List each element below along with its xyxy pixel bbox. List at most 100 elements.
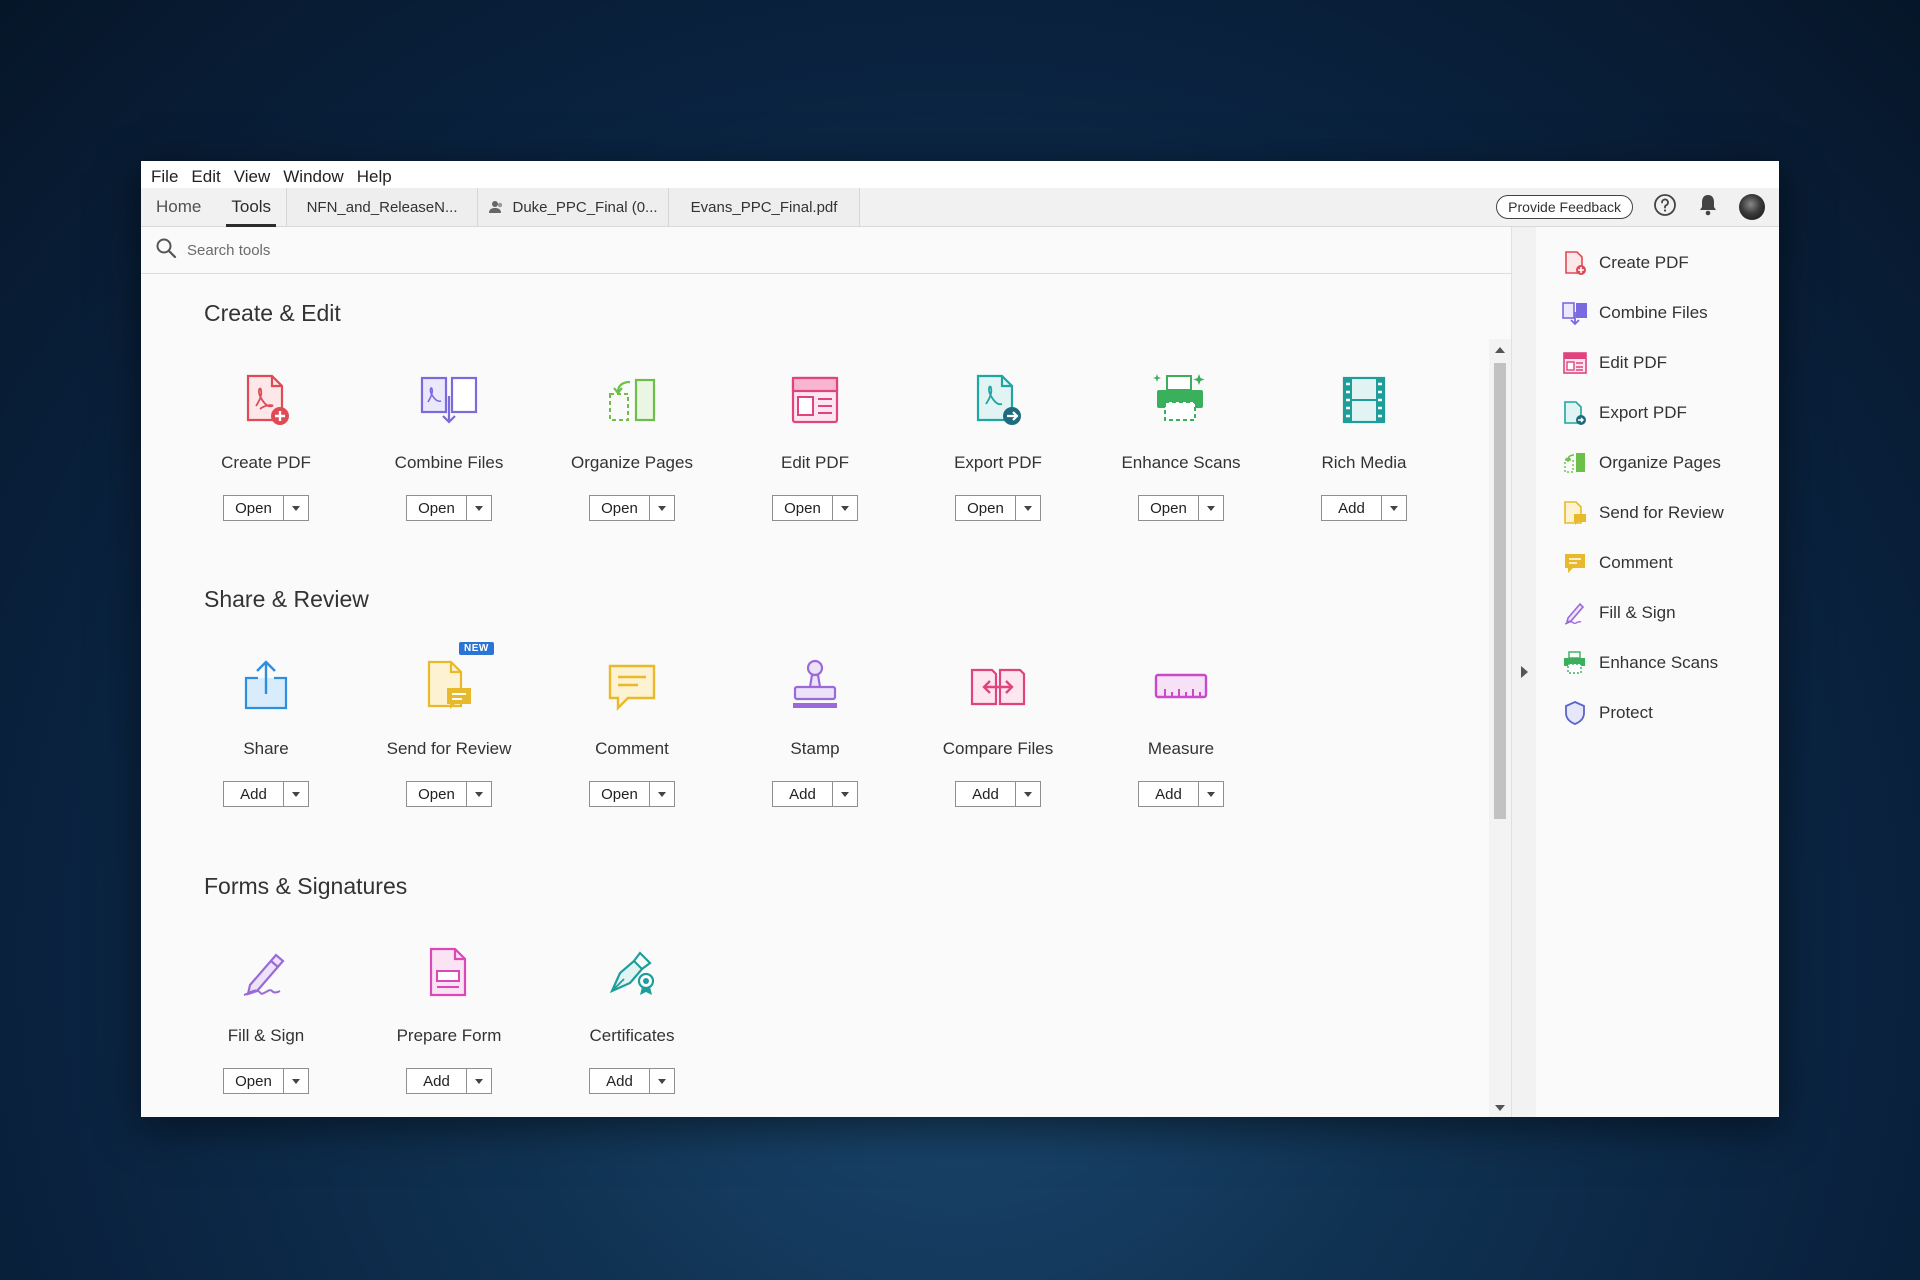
dropdown-chevron-icon[interactable] bbox=[1199, 496, 1223, 520]
open-button[interactable]: Open bbox=[956, 496, 1016, 520]
export-pdf-icon bbox=[1561, 399, 1589, 427]
dropdown-chevron-icon[interactable] bbox=[1016, 496, 1040, 520]
tool-action: Open bbox=[223, 1068, 309, 1094]
add-button[interactable]: Add bbox=[1322, 496, 1382, 520]
fill-sign-icon[interactable] bbox=[236, 943, 296, 1003]
dropdown-chevron-icon[interactable] bbox=[467, 496, 491, 520]
doc-tab-3[interactable]: Evans_PPC_Final.pdf bbox=[668, 188, 861, 226]
tab-home[interactable]: Home bbox=[141, 188, 216, 226]
dropdown-chevron-icon[interactable] bbox=[467, 1069, 491, 1093]
search-bar bbox=[141, 227, 1511, 274]
dropdown-chevron-icon[interactable] bbox=[650, 496, 674, 520]
menu-edit[interactable]: Edit bbox=[186, 165, 228, 188]
combine-files-icon[interactable] bbox=[419, 370, 479, 430]
open-button[interactable]: Open bbox=[590, 496, 650, 520]
open-button[interactable]: Open bbox=[224, 496, 284, 520]
right-pane-item-organize-pages[interactable]: Organize Pages bbox=[1561, 448, 1721, 478]
add-button[interactable]: Add bbox=[773, 782, 833, 806]
doc-tab-2[interactable]: Duke_PPC_Final (0... bbox=[477, 188, 669, 226]
add-button[interactable]: Add bbox=[407, 1069, 467, 1093]
tool-action: Add bbox=[955, 781, 1041, 807]
doc-tab-label: Duke_PPC_Final (0... bbox=[512, 198, 658, 216]
tool-certificates: Certificates Add bbox=[552, 943, 712, 1103]
share-icon[interactable] bbox=[236, 656, 296, 716]
open-button[interactable]: Open bbox=[224, 1069, 284, 1093]
notifications-bell-icon[interactable] bbox=[1697, 193, 1719, 222]
tool-edit-pdf: Edit PDF Open bbox=[735, 370, 895, 530]
dropdown-chevron-icon[interactable] bbox=[833, 496, 857, 520]
add-button[interactable]: Add bbox=[956, 782, 1016, 806]
edit-pdf-icon[interactable] bbox=[785, 370, 845, 430]
user-avatar[interactable] bbox=[1739, 194, 1765, 220]
tab-bar: Home Tools NFN_and_ReleaseN... Duke_PPC_… bbox=[141, 188, 1779, 227]
right-pane-item-send-for-review[interactable]: Send for Review bbox=[1561, 498, 1724, 528]
tool-action: Add bbox=[1138, 781, 1224, 807]
add-button[interactable]: Add bbox=[1139, 782, 1199, 806]
tool-action: Open bbox=[772, 495, 858, 521]
menu-view[interactable]: View bbox=[229, 165, 279, 188]
right-pane-item-comment[interactable]: Comment bbox=[1561, 548, 1673, 578]
dropdown-chevron-icon[interactable] bbox=[833, 782, 857, 806]
dropdown-chevron-icon[interactable] bbox=[1016, 782, 1040, 806]
search-tools-input[interactable] bbox=[185, 240, 589, 260]
tab-tools[interactable]: Tools bbox=[216, 188, 286, 227]
dropdown-chevron-icon[interactable] bbox=[284, 1069, 308, 1093]
tool-name: Prepare Form bbox=[396, 1026, 502, 1045]
menu-file[interactable]: File bbox=[146, 165, 186, 188]
right-pane-item-create-pdf[interactable]: Create PDF bbox=[1561, 248, 1689, 278]
right-pane-item-protect[interactable]: Protect bbox=[1561, 698, 1653, 728]
menu-window[interactable]: Window bbox=[278, 165, 351, 188]
right-pane-item-label: Edit PDF bbox=[1599, 353, 1668, 372]
enhance-scans-icon bbox=[1561, 649, 1589, 677]
open-button[interactable]: Open bbox=[407, 782, 467, 806]
right-pane-item-edit-pdf[interactable]: Edit PDF bbox=[1561, 348, 1667, 378]
comment-icon[interactable] bbox=[602, 656, 662, 716]
compare-files-icon[interactable] bbox=[968, 656, 1028, 716]
comment-icon bbox=[1561, 549, 1589, 577]
right-pane-item-fill-sign[interactable]: Fill & Sign bbox=[1561, 598, 1676, 628]
create-pdf-icon[interactable] bbox=[236, 370, 296, 430]
right-pane-item-export-pdf[interactable]: Export PDF bbox=[1561, 398, 1687, 428]
open-button[interactable]: Open bbox=[773, 496, 833, 520]
scrollbar-thumb[interactable] bbox=[1494, 363, 1506, 819]
dropdown-chevron-icon[interactable] bbox=[650, 782, 674, 806]
tool-action: Open bbox=[406, 495, 492, 521]
rich-media-icon[interactable] bbox=[1334, 370, 1394, 430]
dropdown-chevron-icon[interactable] bbox=[467, 782, 491, 806]
tool-combine-files: Combine Files Open bbox=[369, 370, 529, 530]
stamp-icon[interactable] bbox=[785, 656, 845, 716]
dropdown-chevron-icon[interactable] bbox=[1382, 496, 1406, 520]
right-pane-item-enhance-scans[interactable]: Enhance Scans bbox=[1561, 648, 1718, 678]
dropdown-chevron-icon[interactable] bbox=[284, 782, 308, 806]
provide-feedback-button[interactable]: Provide Feedback bbox=[1496, 195, 1633, 219]
dropdown-chevron-icon[interactable] bbox=[650, 1069, 674, 1093]
combine-files-icon bbox=[1561, 299, 1589, 327]
send-for-review-icon[interactable] bbox=[419, 656, 479, 716]
dropdown-chevron-icon[interactable] bbox=[284, 496, 308, 520]
section-title-create-edit: Create & Edit bbox=[204, 300, 341, 326]
open-button[interactable]: Open bbox=[407, 496, 467, 520]
organize-pages-icon[interactable] bbox=[602, 370, 662, 430]
pane-splitter[interactable] bbox=[1511, 227, 1537, 1117]
send-for-review-icon bbox=[1561, 499, 1589, 527]
tool-rich-media: Rich Media Add bbox=[1284, 370, 1444, 530]
prepare-form-icon[interactable] bbox=[419, 943, 479, 1003]
scroll-down-arrow-icon[interactable] bbox=[1495, 1105, 1505, 1111]
scroll-up-arrow-icon[interactable] bbox=[1495, 347, 1505, 353]
dropdown-chevron-icon[interactable] bbox=[1199, 782, 1223, 806]
right-pane-item-label: Create PDF bbox=[1599, 253, 1689, 272]
menu-help[interactable]: Help bbox=[352, 165, 400, 188]
doc-tab-1[interactable]: NFN_and_ReleaseN... bbox=[286, 188, 478, 226]
collapse-pane-arrow-icon[interactable] bbox=[1521, 666, 1528, 678]
enhance-scans-icon[interactable] bbox=[1151, 370, 1211, 430]
export-pdf-icon[interactable] bbox=[968, 370, 1028, 430]
measure-icon[interactable] bbox=[1151, 656, 1211, 716]
add-button[interactable]: Add bbox=[224, 782, 284, 806]
open-button[interactable]: Open bbox=[1139, 496, 1199, 520]
help-icon[interactable] bbox=[1653, 193, 1677, 222]
vertical-scrollbar[interactable] bbox=[1489, 339, 1511, 1117]
add-button[interactable]: Add bbox=[590, 1069, 650, 1093]
right-pane-item-combine-files[interactable]: Combine Files bbox=[1561, 298, 1708, 328]
open-button[interactable]: Open bbox=[590, 782, 650, 806]
certificates-icon[interactable] bbox=[602, 943, 662, 1003]
